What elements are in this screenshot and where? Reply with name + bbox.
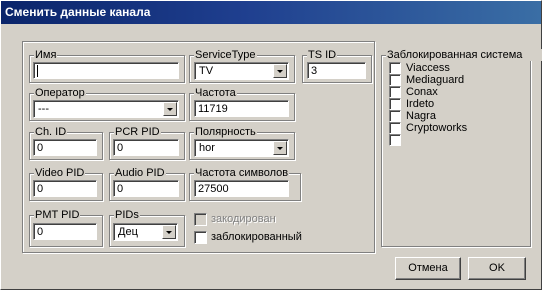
dialog-window: Сменить данные канала Имя ServiceType TV… — [0, 0, 542, 290]
blocked-system-item-label: Irdeto — [406, 98, 435, 110]
symbol-rate-input[interactable]: 27500 — [194, 180, 289, 197]
blocked-system-item-label: Mediaguard — [406, 74, 465, 86]
name-input[interactable] — [33, 62, 179, 79]
pmt-pid-input[interactable]: 0 — [33, 223, 97, 240]
blocked-system-item-label: Nagra — [406, 110, 436, 122]
frequency-input[interactable]: 11719 — [194, 100, 289, 117]
ts-id-label: TS ID — [307, 49, 338, 61]
text-caret — [37, 65, 38, 77]
pcr-pid-input[interactable]: 0 — [113, 139, 179, 156]
blocked-system-checkbox[interactable] — [389, 62, 401, 74]
audio-pid-label: Audio PID — [114, 167, 166, 179]
blocked-system-label: Заблокированная система — [386, 49, 542, 61]
chevron-down-icon[interactable] — [273, 141, 287, 155]
polarity-label: Полярность — [194, 126, 257, 138]
video-pid-input[interactable]: 0 — [33, 180, 97, 197]
encoded-label: закодирован — [211, 213, 276, 225]
service-type-value: TV — [199, 65, 214, 77]
ch-id-label: Ch. ID — [34, 126, 68, 138]
blocked-system-item-label: Cryptoworks — [406, 122, 468, 134]
title-bar[interactable]: Сменить данные канала — [1, 1, 541, 24]
blocked-system-checkbox[interactable] — [389, 122, 401, 134]
chevron-down-icon[interactable] — [273, 64, 287, 78]
pids-label: PIDs — [114, 209, 140, 221]
cancel-button[interactable]: Отмена — [395, 257, 461, 280]
name-label: Имя — [34, 49, 58, 61]
pids-value: Дец — [118, 226, 138, 238]
blocked-system-checkbox[interactable] — [389, 98, 401, 110]
pids-select[interactable]: Дец — [113, 223, 178, 241]
polarity-value: hor — [199, 142, 215, 154]
audio-pid-input[interactable]: 0 — [113, 180, 179, 197]
blocked-system-checkbox[interactable] — [389, 74, 401, 86]
blocked-system-item-label: Viaccess — [406, 62, 450, 74]
pcr-pid-label: PCR PID — [114, 126, 161, 138]
blocked-system-checkbox[interactable] — [389, 86, 401, 98]
blocked-label: заблокированный — [211, 231, 302, 243]
blocked-checkbox[interactable] — [194, 231, 207, 244]
window-title: Сменить данные канала — [5, 5, 151, 19]
polarity-select[interactable]: hor — [194, 139, 289, 157]
ok-button[interactable]: OK — [468, 257, 526, 280]
blocked-system-checkbox[interactable] — [389, 134, 401, 146]
operator-label: Оператор — [34, 87, 86, 99]
encoded-checkbox[interactable] — [194, 213, 207, 226]
service-type-label: ServiceType — [194, 49, 257, 61]
blocked-system-checkbox[interactable] — [389, 110, 401, 122]
pmt-pid-label: PMT PID — [34, 209, 81, 221]
frequency-label: Частота — [194, 87, 237, 99]
chevron-down-icon[interactable] — [163, 102, 177, 116]
operator-value: --- — [38, 103, 49, 115]
ch-id-input[interactable]: 0 — [33, 139, 97, 156]
symbol-rate-label: Частота символов — [194, 167, 290, 179]
blocked-system-item-label: Conax — [406, 86, 438, 98]
operator-select[interactable]: --- — [33, 100, 179, 118]
service-type-select[interactable]: TV — [194, 62, 289, 80]
ts-id-input[interactable]: 3 — [307, 62, 366, 79]
chevron-down-icon[interactable] — [162, 225, 176, 239]
video-pid-label: Video PID — [34, 167, 86, 179]
